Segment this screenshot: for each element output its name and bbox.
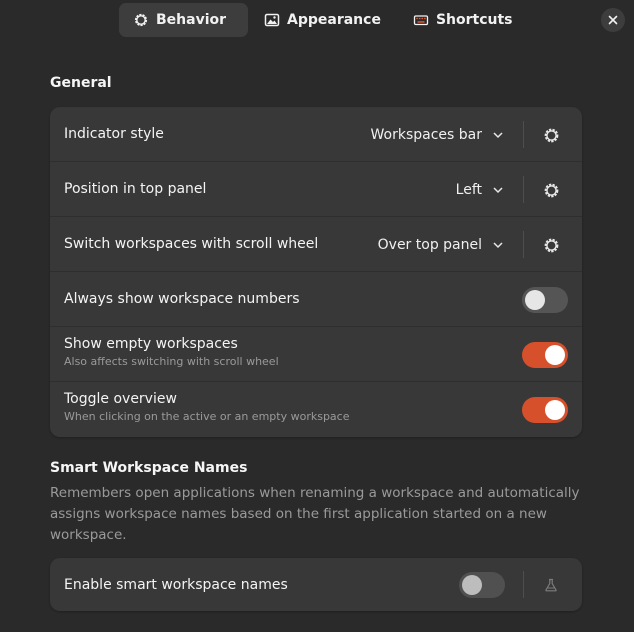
chevron-down-icon [492,239,504,251]
chevron-down-icon [492,184,504,196]
indicator-style-settings-button[interactable] [539,123,563,147]
close-icon [608,15,618,25]
row-title: Enable smart workspace names [64,576,288,593]
tab-label: Behavior [156,12,227,28]
row-subtitle: Also affects switching with scroll wheel [64,355,279,368]
preferences-window: Behavior Appearance Shortcuts General In… [0,0,634,632]
row-title: Show empty workspaces [64,336,238,352]
separator [523,176,524,203]
gear-icon [543,127,560,144]
smart-names-list: Enable smart workspace names [50,558,582,611]
switch-knob [525,290,545,310]
section-description: Remembers open applications when renamin… [50,485,580,543]
image-icon [264,12,280,28]
chevron-down-icon [492,129,504,141]
gear-icon [543,237,560,254]
row-workspace-numbers: Always show workspace numbers [50,272,582,327]
switch-knob [545,345,565,365]
flask-icon [544,578,558,592]
position-settings-button[interactable] [539,178,563,202]
empty-workspaces-switch[interactable] [522,342,568,368]
row-indicator-style: Indicator style Workspaces bar [50,107,582,162]
experimental-button[interactable] [539,573,563,597]
header-bar: Behavior Appearance Shortcuts [0,0,634,46]
general-list: Indicator style Workspaces bar Position … [50,107,582,437]
keyboard-icon [413,12,429,28]
tab-behavior[interactable]: Behavior [119,3,248,37]
tab-label: Appearance [287,12,381,28]
scroll-wheel-dropdown[interactable]: Over top panel [378,217,504,272]
row-scroll-wheel: Switch workspaces with scroll wheel Over… [50,217,582,272]
row-smart-names: Enable smart workspace names [50,558,582,611]
tab-appearance[interactable]: Appearance [250,3,397,37]
switch-knob [462,575,482,595]
switch-knob [545,400,565,420]
workspace-numbers-switch[interactable] [522,287,568,313]
gear-icon [133,12,149,28]
row-title: Toggle overview [64,391,177,407]
row-title: Always show workspace numbers [64,291,300,307]
row-subtitle: When clicking on the active or an empty … [64,410,350,423]
tab-label: Shortcuts [435,12,513,28]
close-button[interactable] [601,8,625,32]
view-switcher: Behavior Appearance Shortcuts [119,3,531,37]
row-title: Position in top panel [64,181,207,197]
position-dropdown[interactable]: Left [456,162,504,217]
section-title-smart-names: Smart Workspace Names [50,460,248,476]
row-position-top-panel: Position in top panel Left [50,162,582,217]
smart-names-switch[interactable] [459,572,505,598]
tab-shortcuts[interactable]: Shortcuts [399,3,529,37]
row-title: Switch workspaces with scroll wheel [64,236,319,252]
gear-icon [543,182,560,199]
dropdown-value: Workspaces bar [370,126,483,143]
scroll-wheel-settings-button[interactable] [539,233,563,257]
row-toggle-overview: Toggle overview When clicking on the act… [50,382,582,437]
dropdown-value: Over top panel [377,236,482,253]
row-empty-workspaces: Show empty workspaces Also affects switc… [50,327,582,382]
separator [523,231,524,258]
row-title: Indicator style [64,126,164,142]
dropdown-value: Left [455,181,482,198]
section-title-general: General [50,75,112,91]
indicator-style-dropdown[interactable]: Workspaces bar [371,107,505,162]
separator [523,571,524,598]
separator [523,121,524,148]
toggle-overview-switch[interactable] [522,397,568,423]
